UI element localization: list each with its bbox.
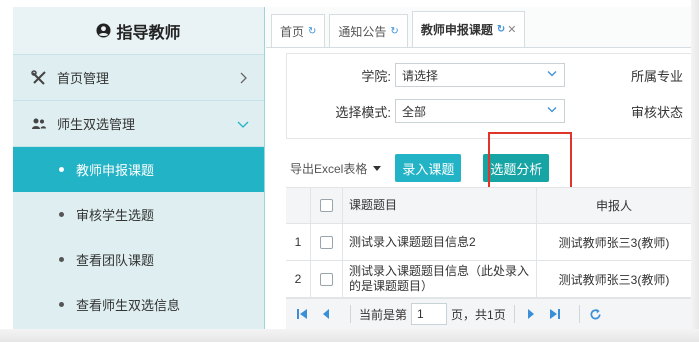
- sidebar-item-home[interactable]: 首页管理: [13, 55, 264, 101]
- row-checkbox[interactable]: [320, 272, 333, 286]
- review-status-label: 审核状态: [631, 105, 684, 120]
- pager-divider: [513, 305, 515, 323]
- sidebar-title: 指导教师: [116, 24, 181, 42]
- first-page-icon[interactable]: [294, 306, 310, 322]
- pager-divider: [578, 305, 580, 323]
- sidebar-subitem-label: 教师申报课题: [76, 163, 155, 178]
- sidebar-subitem-label: 查看师生双选信息: [76, 298, 181, 313]
- header-reporter[interactable]: 申报人: [537, 188, 691, 223]
- page-number-input[interactable]: 1: [411, 303, 448, 325]
- bullet-icon: [59, 302, 64, 307]
- header-title[interactable]: 课题题目: [343, 188, 537, 223]
- mode-select[interactable]: 全部: [395, 99, 565, 123]
- sidebar-subitem-teacher-topic[interactable]: 教师申报课题: [13, 147, 264, 192]
- refresh-icon[interactable]: [588, 306, 604, 322]
- filter-row-college: 学院: 请选择: [287, 62, 565, 88]
- row-checkbox[interactable]: [320, 235, 333, 249]
- caret-down-icon: [373, 165, 382, 171]
- department-label: 所属专业: [631, 69, 684, 84]
- sidebar-subitem-double-select-info[interactable]: 查看师生双选信息: [13, 282, 264, 327]
- chevron-right-icon: [236, 71, 250, 85]
- export-excel-dropdown[interactable]: 导出Excel表格: [290, 160, 382, 177]
- college-select-value: 请选择: [402, 68, 439, 83]
- chevron-down-icon: [236, 117, 250, 131]
- sidebar-item-double-select[interactable]: 师生双选管理: [13, 101, 264, 147]
- chevron-down-icon: [546, 104, 558, 119]
- sidebar-item-label: 师生双选管理: [57, 117, 136, 132]
- tab-bar: 首页 ↻ 通知公告 ↻ 教师申报课题 ↻ ✕: [266, 7, 691, 48]
- pager-divider: [350, 305, 351, 323]
- mode-select-value: 全部: [402, 104, 427, 119]
- row-number: 2: [286, 261, 311, 297]
- table-row[interactable]: 2 测试录入课题题目信息（此处录入的是课题题目） 测试教师张三3(教师): [286, 261, 691, 298]
- window-shadow-bottom: [0, 329, 699, 342]
- mode-label: 选择模式:: [335, 104, 391, 120]
- last-page-icon[interactable]: [547, 306, 563, 322]
- table-header-row: 课题题目 申报人: [286, 188, 691, 224]
- user-circle-icon: [96, 23, 112, 38]
- main-panel: 首页 ↻ 通知公告 ↻ 教师申报课题 ↻ ✕ 学院: 请选择 所属专业 选择模式…: [266, 7, 691, 329]
- chevron-down-icon: [546, 68, 558, 83]
- row-number: 1: [286, 224, 311, 260]
- refresh-icon[interactable]: ↻: [390, 26, 398, 37]
- filter-row-mode: 选择模式: 全部: [287, 98, 565, 124]
- tab-label: 首页: [280, 24, 305, 39]
- select-all-checkbox[interactable]: [320, 199, 333, 212]
- sidebar-subitem-team-topic[interactable]: 查看团队课题: [13, 237, 264, 282]
- row-reporter: 测试教师张三3(教师): [558, 235, 670, 250]
- tab-notice[interactable]: 通知公告 ↻: [329, 14, 408, 47]
- topic-table: 课题题目 申报人 1 测试录入课题题目信息2 测试教师张三3(教师) 2 测试录…: [286, 187, 691, 298]
- tab-home[interactable]: 首页 ↻: [271, 14, 326, 47]
- header-num-cell: [286, 188, 311, 223]
- row-title: 测试录入课题题目信息2: [343, 224, 537, 260]
- college-select[interactable]: 请选择: [395, 63, 565, 87]
- refresh-icon[interactable]: ↻: [497, 24, 505, 35]
- header-checkbox-cell: [311, 188, 343, 223]
- bullet-icon: [59, 212, 64, 217]
- bullet-icon: [59, 167, 64, 172]
- row-title: 测试录入课题题目信息（此处录入的是课题题目）: [343, 261, 537, 297]
- pager-suffix: 页，共1页: [451, 307, 506, 322]
- refresh-icon[interactable]: ↻: [308, 26, 316, 37]
- users-icon: [31, 116, 47, 132]
- sidebar-subitem-label: 查看团队课题: [76, 253, 155, 268]
- tab-teacher-topic[interactable]: 教师申报课题 ↻ ✕: [411, 11, 526, 47]
- sidebar-subitem-review-selection[interactable]: 审核学生选题: [13, 192, 264, 237]
- college-label: 学院:: [361, 68, 391, 84]
- window-shadow-right: [691, 0, 699, 342]
- enter-topic-button[interactable]: 录入课题: [395, 154, 462, 182]
- sidebar: 指导教师 首页管理 师生双选管理 教师申报课题 审核学生选题 查看团队课题 查看…: [13, 7, 265, 329]
- sidebar-subitem-label: 审核学生选题: [76, 208, 155, 223]
- pagination-bar: 当前是第 1 页，共1页: [286, 298, 691, 329]
- filter-panel: 学院: 请选择 所属专业 选择模式: 全部 审核状态: [286, 53, 691, 139]
- tab-label: 通知公告: [338, 24, 387, 39]
- prev-page-icon[interactable]: [318, 306, 334, 322]
- row-reporter: 测试教师张三3(教师): [558, 272, 670, 287]
- bullet-icon: [59, 257, 64, 262]
- export-label: 导出Excel表格: [290, 161, 368, 176]
- close-icon[interactable]: ✕: [507, 23, 516, 36]
- tab-label: 教师申报课题: [420, 23, 493, 37]
- row-checkbox-cell: [311, 261, 343, 297]
- next-page-icon[interactable]: [523, 306, 539, 322]
- highlight-box: [488, 132, 572, 195]
- pager-prefix: 当前是第: [359, 307, 408, 322]
- sidebar-item-label: 首页管理: [57, 71, 110, 86]
- row-checkbox-cell: [311, 224, 343, 260]
- table-row[interactable]: 1 测试录入课题题目信息2 测试教师张三3(教师): [286, 224, 691, 261]
- app-window: 指导教师 首页管理 师生双选管理 教师申报课题 审核学生选题 查看团队课题 查看…: [0, 0, 699, 342]
- sidebar-header: 指导教师: [13, 7, 264, 55]
- tools-icon: [31, 69, 47, 86]
